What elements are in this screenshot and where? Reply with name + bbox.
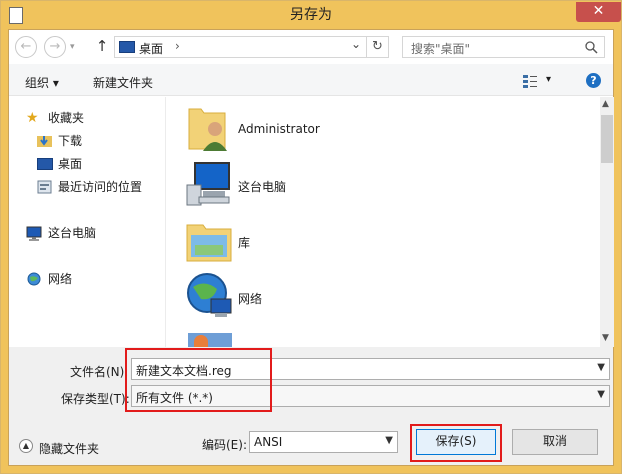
title-bar[interactable]: 另存为 ✕ bbox=[1, 1, 621, 29]
encoding-value: ANSI bbox=[254, 435, 283, 449]
star-icon: ★ bbox=[26, 110, 39, 126]
list-item[interactable]: 这台电脑 bbox=[185, 159, 385, 209]
close-button[interactable]: ✕ bbox=[576, 2, 621, 22]
chevron-up-icon[interactable]: ▲ bbox=[19, 439, 33, 453]
sidebar-item-label: 最近访问的位置 bbox=[58, 180, 143, 194]
window-title: 另存为 bbox=[290, 7, 332, 23]
forward-button[interactable]: → bbox=[44, 36, 66, 58]
encoding-select[interactable]: ANSI ▼ bbox=[249, 431, 398, 453]
filename-label: 文件名(N): bbox=[70, 365, 129, 379]
sidebar-item-label: 网络 bbox=[48, 272, 73, 286]
search-input[interactable]: 搜索"桌面" bbox=[402, 36, 605, 58]
sidebar-item-label: 这台电脑 bbox=[48, 226, 97, 240]
file-label: 库 bbox=[238, 236, 251, 250]
cancel-button[interactable]: 取消 bbox=[512, 429, 598, 455]
up-button[interactable]: ↑ bbox=[95, 38, 109, 56]
file-label: Administrator bbox=[238, 122, 320, 136]
desktop-icon bbox=[119, 41, 135, 53]
view-dropdown-icon[interactable]: ▾ bbox=[546, 74, 551, 85]
help-button[interactable]: ? bbox=[586, 73, 601, 88]
address-segment[interactable]: 桌面 bbox=[139, 40, 163, 57]
new-folder-button[interactable]: 新建文件夹 bbox=[93, 74, 153, 91]
highlight-box bbox=[410, 424, 502, 462]
address-dropdown-icon[interactable]: ⌄ bbox=[351, 37, 361, 51]
chevron-down-icon[interactable]: ▼ bbox=[597, 362, 605, 373]
highlight-box bbox=[125, 348, 272, 412]
chevron-down-icon[interactable]: ▼ bbox=[385, 435, 393, 446]
sidebar-item-label: 桌面 bbox=[58, 157, 83, 171]
computer-icon bbox=[26, 226, 42, 241]
scroll-up-icon[interactable]: ▲ bbox=[602, 99, 609, 109]
sidebar-item-label: 收藏夹 bbox=[48, 111, 85, 125]
search-placeholder: 搜索"桌面" bbox=[411, 42, 471, 56]
chevron-down-icon[interactable]: ▼ bbox=[597, 389, 605, 400]
refresh-button[interactable]: ↻ bbox=[367, 36, 389, 58]
scroll-down-icon[interactable]: ▼ bbox=[602, 333, 609, 343]
list-item[interactable]: Administrator bbox=[185, 103, 385, 153]
partial-item-icon bbox=[188, 333, 232, 347]
hide-folders-toggle[interactable]: 隐藏文件夹 bbox=[39, 440, 99, 457]
computer-icon bbox=[186, 162, 230, 206]
network-icon bbox=[27, 272, 41, 286]
list-item[interactable]: 网络 bbox=[185, 271, 385, 321]
organize-menu[interactable]: 组织 ▾ bbox=[25, 74, 59, 91]
file-label: 这台电脑 bbox=[238, 180, 287, 194]
network-globe-icon bbox=[187, 273, 232, 317]
address-bar[interactable]: 桌面 › ⌄ bbox=[114, 36, 367, 58]
recent-dropdown-icon[interactable]: ▾ bbox=[70, 42, 75, 52]
search-icon[interactable] bbox=[585, 41, 598, 54]
desktop-icon bbox=[37, 158, 53, 170]
filetype-label: 保存类型(T): bbox=[61, 392, 130, 406]
user-folder-icon bbox=[188, 108, 227, 151]
list-item[interactable]: 库 bbox=[185, 215, 385, 265]
library-icon bbox=[186, 224, 232, 262]
back-button[interactable]: ← bbox=[15, 36, 37, 58]
file-label: 网络 bbox=[238, 292, 263, 306]
navigation-pane bbox=[9, 97, 166, 347]
view-options-icon[interactable] bbox=[522, 74, 538, 88]
address-chevron-icon[interactable]: › bbox=[175, 39, 180, 53]
download-folder-icon bbox=[37, 136, 52, 147]
scroll-thumb[interactable] bbox=[601, 115, 613, 163]
recent-places-icon bbox=[37, 180, 52, 194]
sidebar-item-label: 下载 bbox=[58, 134, 83, 148]
encoding-label: 编码(E): bbox=[202, 438, 247, 452]
